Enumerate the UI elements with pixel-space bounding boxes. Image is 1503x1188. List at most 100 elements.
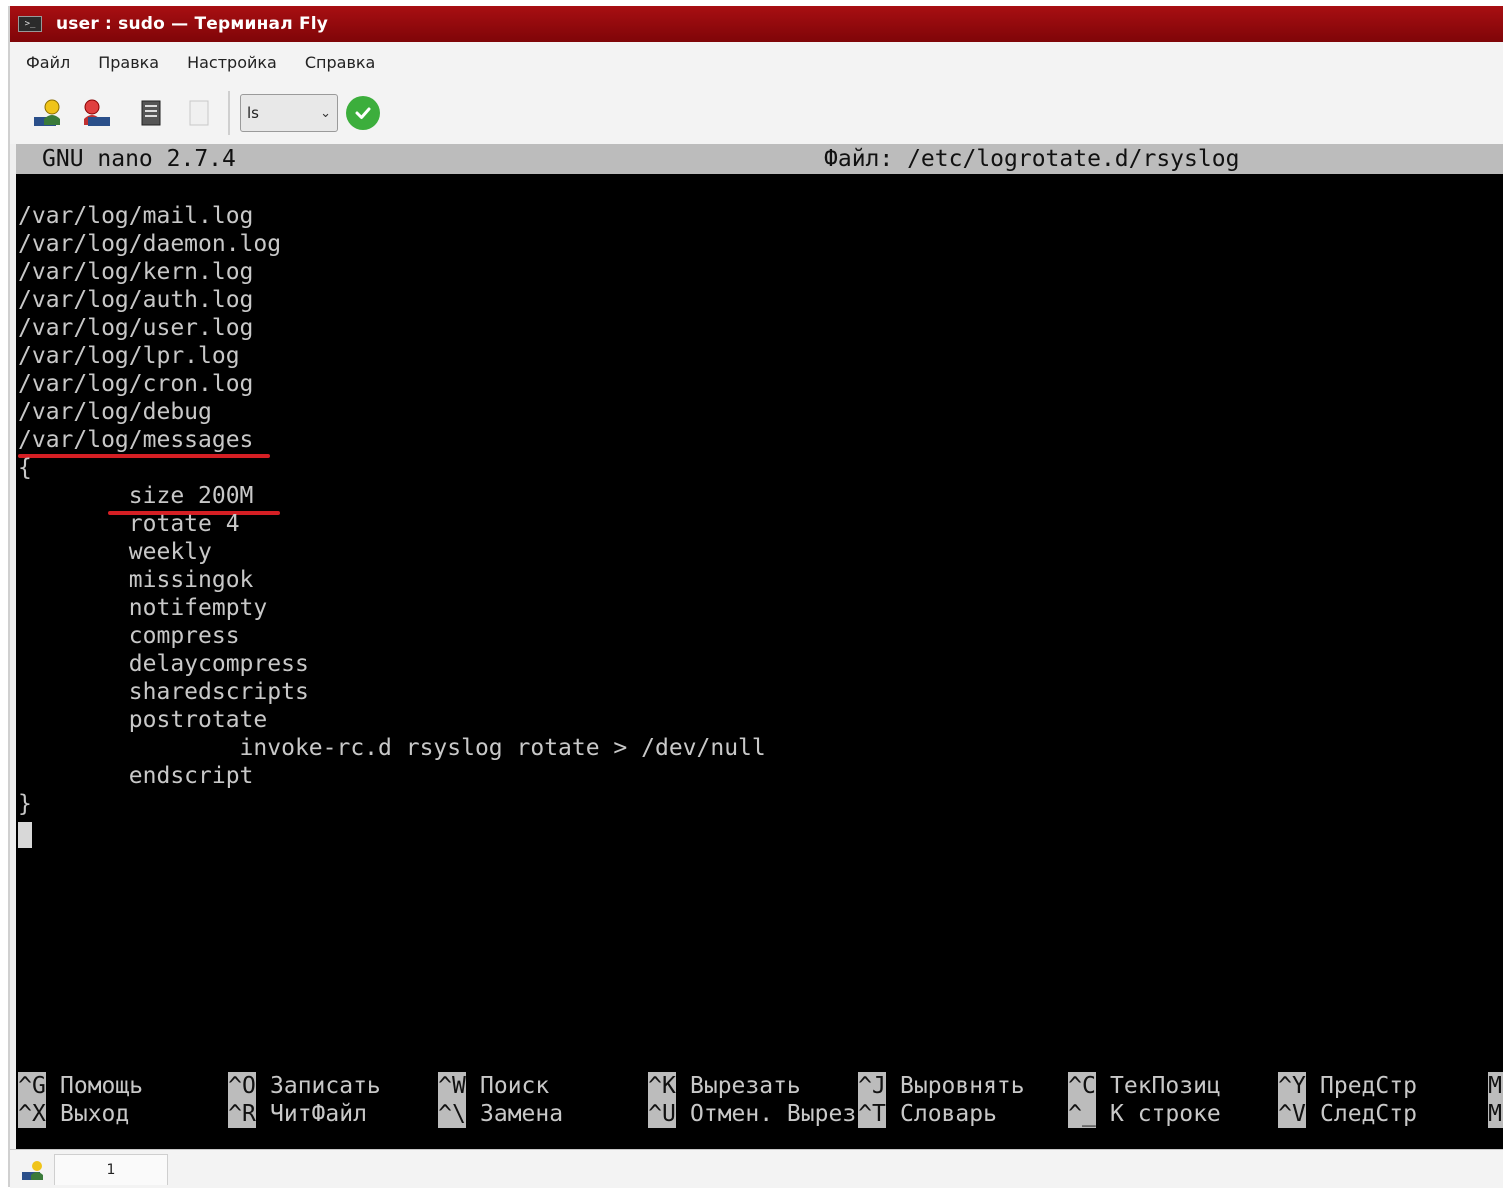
- file-line: /var/log/user.log: [18, 315, 254, 341]
- green-check-icon: [355, 107, 371, 119]
- shortcut-read: ^R ЧитФайл: [228, 1100, 367, 1128]
- file-line: rotate 4: [18, 511, 240, 537]
- shortcut-key: ^\: [438, 1100, 466, 1128]
- nano-version: GNU nano 2.7.4: [42, 146, 236, 172]
- messages-underline: [18, 454, 270, 458]
- shortcut-key: ^W: [438, 1072, 466, 1100]
- file-line: postrotate: [18, 707, 268, 733]
- shortcut-replace: ^\ Замена: [438, 1100, 563, 1128]
- session-bar: 1: [10, 1149, 1503, 1188]
- paste-icon: [189, 100, 209, 126]
- disconnect-button[interactable]: [76, 93, 116, 133]
- file-line: weekly: [18, 539, 212, 565]
- shortcut-key: ^J: [858, 1072, 886, 1100]
- copy-button[interactable]: [130, 93, 170, 133]
- file-line: endscript: [18, 763, 254, 789]
- session-tab[interactable]: 1: [54, 1154, 168, 1185]
- shortcut-key: ^O: [228, 1072, 256, 1100]
- file-line: sharedscripts: [18, 679, 309, 705]
- title-bar[interactable]: >_ user : sudo — Терминал Fly: [10, 6, 1503, 42]
- menu-help[interactable]: Справка: [305, 53, 376, 72]
- shortcut-key: ^G: [18, 1072, 46, 1100]
- file-line: /var/log/mail.log: [18, 203, 254, 229]
- file-line: missingok: [18, 567, 254, 593]
- window-title: user : sudo — Терминал Fly: [56, 14, 329, 34]
- shortcut-key: ^T: [858, 1100, 886, 1128]
- menu-bar: Файл Правка Настройка Справка: [10, 42, 1503, 82]
- nano-filename: Файл: /etc/logrotate.d/rsyslog: [824, 146, 1240, 172]
- file-line: /var/log/kern.log: [18, 259, 254, 285]
- file-line: /var/log/cron.log: [18, 371, 254, 397]
- shortcut-justify: ^J Выровнять: [858, 1072, 1025, 1100]
- terminal-window: >_ user : sudo — Терминал Fly Файл Правк…: [8, 6, 1503, 1188]
- shortcut-key: ^Y: [1278, 1072, 1306, 1100]
- file-line: compress: [18, 623, 240, 649]
- shortcut-key: ^U: [648, 1100, 676, 1128]
- command-combo[interactable]: ls ⌄: [240, 94, 338, 132]
- file-line: delaycompress: [18, 651, 309, 677]
- shortcut-label: ПредСтр: [1320, 1073, 1417, 1099]
- chevron-down-icon: ⌄: [320, 105, 331, 121]
- shortcut-key: ^C: [1068, 1072, 1096, 1100]
- shortcut-label: Записать: [270, 1073, 381, 1099]
- shortcut-exit: ^X Выход: [18, 1100, 129, 1128]
- shortcut-prev-page: ^Y ПредСтр: [1278, 1072, 1417, 1100]
- shortcut-label: СледСтр: [1320, 1101, 1417, 1127]
- shortcut-key: M-: [1488, 1100, 1503, 1128]
- command-combo-value: ls: [247, 104, 259, 122]
- shortcut-key: ^_: [1068, 1100, 1096, 1128]
- menu-settings[interactable]: Настройка: [187, 53, 277, 72]
- text-cursor: [18, 822, 32, 848]
- shortcut-label: Отмен. Вырез: [690, 1101, 857, 1127]
- shortcut-goto-line: ^_ К строке: [1068, 1100, 1221, 1128]
- toolbar: ls ⌄: [10, 82, 1503, 144]
- file-line: /var/log/auth.log: [18, 287, 254, 313]
- copy-icon: [141, 100, 161, 126]
- paste-button[interactable]: [178, 93, 218, 133]
- file-line: /var/log/daemon.log: [18, 231, 282, 257]
- connect-button[interactable]: [28, 93, 68, 133]
- terminal-area[interactable]: GNU nano 2.7.4 Файл: /etc/logrotate.d/rs…: [16, 144, 1503, 1149]
- shortcut-key: ^R: [228, 1100, 256, 1128]
- file-line: /var/log/debug: [18, 399, 212, 425]
- shortcut-label: ЧитФайл: [270, 1101, 367, 1127]
- file-line-size: size 200M: [18, 483, 254, 509]
- toolbar-separator: [228, 91, 230, 135]
- shortcut-meta: M-: [1488, 1100, 1503, 1128]
- shortcut-label: Словарь: [900, 1101, 997, 1127]
- shortcut-next-page: ^V СледСтр: [1278, 1100, 1417, 1128]
- shortcut-key: ^X: [18, 1100, 46, 1128]
- user-disconnect-icon: [84, 99, 110, 126]
- session-button[interactable]: [16, 1156, 52, 1184]
- file-line: }: [18, 791, 32, 817]
- file-line: notifempty: [18, 595, 268, 621]
- shortcut-key: ^V: [1278, 1100, 1306, 1128]
- session-icon: [22, 1161, 43, 1180]
- shortcut-key: ^K: [648, 1072, 676, 1100]
- shortcut-key: M-: [1488, 1072, 1503, 1100]
- user-connect-icon: [34, 99, 60, 126]
- shortcut-label: Поиск: [480, 1073, 550, 1099]
- shortcut-label: ТекПозиц: [1110, 1073, 1221, 1099]
- shortcut-cut: ^K Вырезать: [648, 1072, 801, 1100]
- shortcut-spell: ^T Словарь: [858, 1100, 997, 1128]
- menu-edit[interactable]: Правка: [98, 53, 159, 72]
- file-line: invoke-rc.d rsyslog rotate > /dev/null: [18, 735, 766, 761]
- shortcut-meta: M-: [1488, 1072, 1503, 1100]
- file-line-messages: /var/log/messages: [18, 427, 254, 453]
- file-line: /var/log/lpr.log: [18, 343, 240, 369]
- file-line: {: [18, 455, 32, 481]
- terminal-icon: >_: [18, 16, 42, 32]
- nano-header: GNU nano 2.7.4 Файл: /etc/logrotate.d/rs…: [16, 144, 1503, 174]
- shortcut-label: К строке: [1110, 1101, 1221, 1127]
- menu-file[interactable]: Файл: [26, 53, 70, 72]
- shortcut-uncut: ^U Отмен. Вырез: [648, 1100, 856, 1128]
- shortcut-curpos: ^C ТекПозиц: [1068, 1072, 1221, 1100]
- run-button[interactable]: [346, 96, 380, 130]
- shortcut-label: Помощь: [60, 1073, 144, 1099]
- shortcut-label: Выровнять: [900, 1073, 1025, 1099]
- shortcut-label: Выход: [60, 1101, 130, 1127]
- shortcut-write: ^O Записать: [228, 1072, 381, 1100]
- shortcut-help: ^G Помощь: [18, 1072, 143, 1100]
- shortcut-search: ^W Поиск: [438, 1072, 549, 1100]
